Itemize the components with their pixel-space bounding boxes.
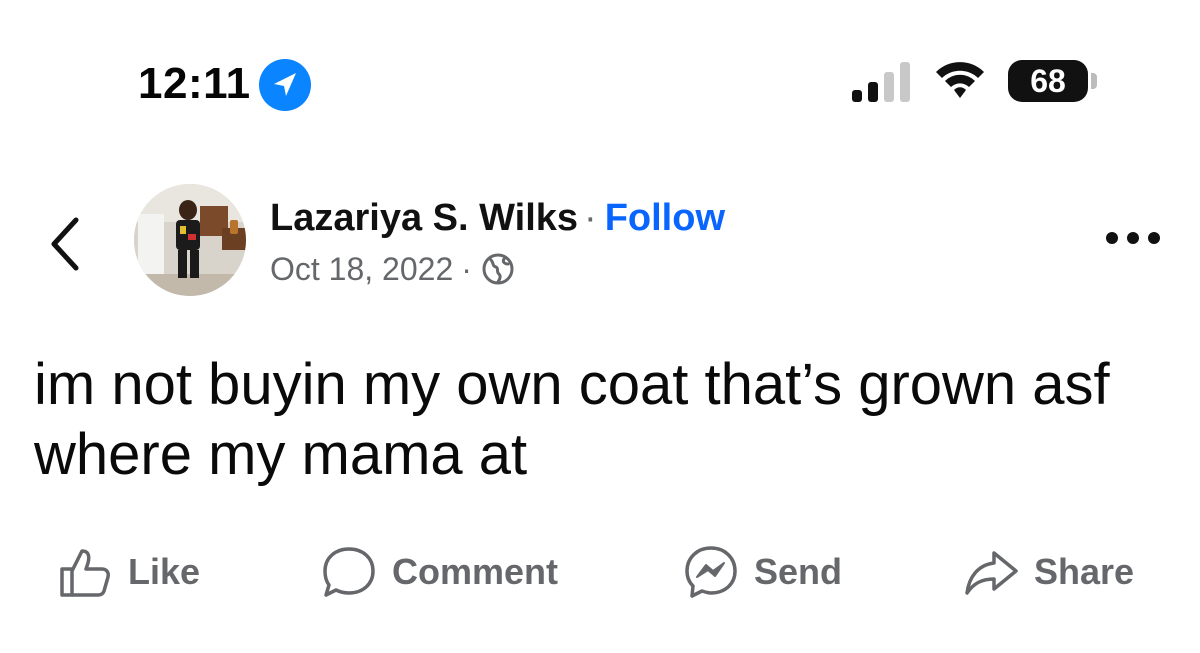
like-button[interactable]: Like	[56, 542, 200, 602]
post-text: im not buyin my own coat that’s grown as…	[34, 352, 1110, 487]
location-arrow-icon	[259, 59, 311, 111]
battery-icon: 68	[1008, 60, 1088, 102]
messenger-icon	[685, 546, 737, 598]
share-label: Share	[1034, 551, 1135, 592]
battery-cap	[1091, 73, 1097, 89]
share-button[interactable]: Share	[962, 542, 1134, 602]
name-separator: ·	[584, 197, 597, 239]
post-screen: 12:11 68 Lazariya S. Wilks · Follow Oct …	[0, 0, 1200, 653]
status-time: 12:11	[138, 59, 251, 108]
post-meta: Oct 18, 2022 ·	[270, 250, 514, 288]
comment-bubble-icon	[323, 547, 375, 597]
comment-button[interactable]: Comment	[320, 542, 558, 602]
cellular-signal-icon	[852, 62, 910, 102]
share-arrow-icon	[965, 551, 1018, 595]
meta-separator: ·	[461, 251, 472, 287]
avatar-photo	[134, 184, 246, 296]
thumbs-up-icon	[60, 549, 110, 597]
back-chevron-icon[interactable]	[48, 216, 82, 272]
send-label: Send	[754, 551, 843, 592]
wifi-icon	[936, 62, 984, 98]
author-line: Lazariya S. Wilks · Follow	[270, 196, 725, 240]
author-name[interactable]: Lazariya S. Wilks	[270, 197, 578, 239]
post-date[interactable]: Oct 18, 2022	[270, 250, 453, 288]
globe-icon	[482, 253, 514, 285]
follow-button[interactable]: Follow	[605, 197, 725, 239]
send-button[interactable]: Send	[682, 542, 842, 602]
comment-label: Comment	[392, 551, 559, 592]
avatar[interactable]	[134, 184, 246, 296]
like-label: Like	[128, 551, 201, 592]
more-options-icon[interactable]	[1104, 226, 1162, 250]
